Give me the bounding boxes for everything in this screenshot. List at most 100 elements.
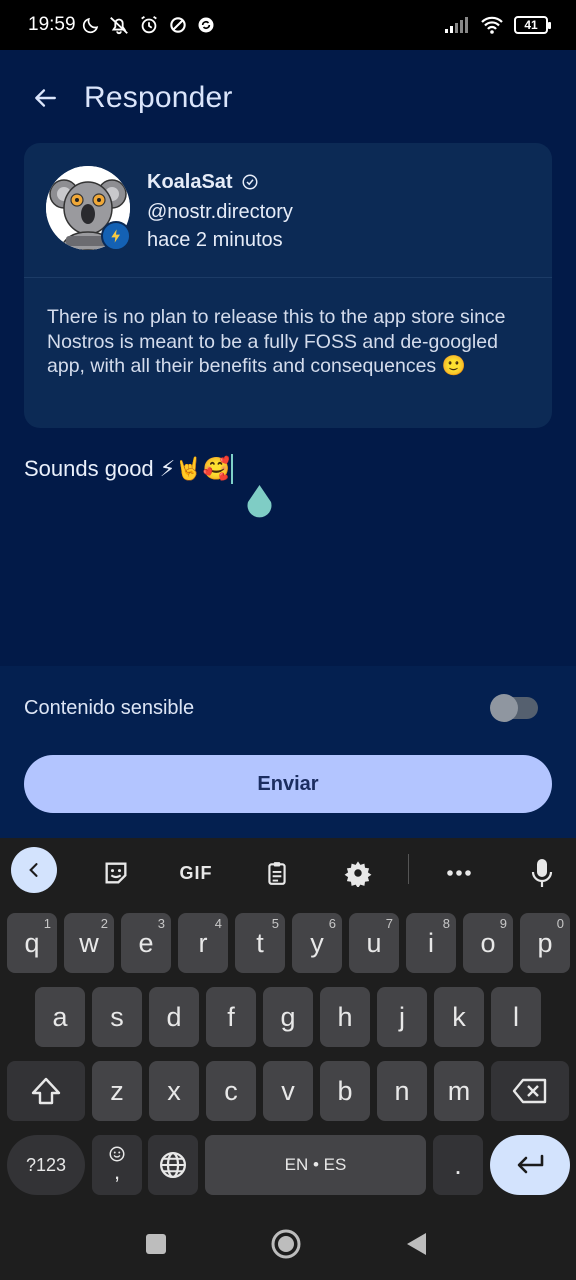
key-g[interactable]: g [263,987,313,1047]
backspace-key[interactable] [491,1061,569,1121]
enter-key[interactable] [490,1135,570,1195]
key-s[interactable]: s [92,987,142,1047]
quoted-note-card[interactable]: KoalaSat @nostr.directory hace 2 minutos… [24,143,552,428]
key-label: d [166,1001,182,1032]
key-hint: 8 [442,916,450,931]
gif-button[interactable]: GIF [173,850,219,896]
key-label: p [537,927,553,958]
key-c[interactable]: c [206,1061,256,1121]
key-j[interactable]: j [377,987,427,1047]
status-bar: 19:59 41 [0,0,576,50]
key-z[interactable]: z [92,1061,142,1121]
key-hint: 0 [556,916,564,931]
key-n[interactable]: n [377,1061,427,1121]
key-label: b [337,1075,353,1106]
key-w[interactable]: w2 [64,913,114,973]
key-t[interactable]: t5 [235,913,285,973]
author-name[interactable]: KoalaSat [147,171,233,194]
key-hint: 9 [499,916,507,931]
period-key-label: . [454,1149,462,1180]
emoji-key[interactable]: , [92,1135,142,1195]
key-label: s [110,1001,124,1032]
signal-icon [445,17,468,33]
key-q[interactable]: q1 [7,913,57,973]
key-f[interactable]: f [206,987,256,1047]
key-label: h [337,1001,353,1032]
key-hint: 6 [328,916,336,931]
key-label: i [428,927,434,958]
reply-input[interactable]: Sounds good ⚡🤘🥰 [24,452,234,486]
back-button[interactable] [30,83,60,113]
send-button-label: Enviar [257,772,319,795]
notifications-off-icon [109,17,128,35]
key-p[interactable]: p0 [520,913,570,973]
clipboard-button[interactable] [254,850,300,896]
sticker-button[interactable] [93,850,139,896]
settings-button[interactable] [335,850,381,896]
author-handle: @nostr.directory [147,201,293,223]
cursor-handle[interactable] [245,485,274,518]
bottom-panel: Contenido sensible Enviar [0,666,576,838]
key-l[interactable]: l [491,987,541,1047]
key-k[interactable]: k [434,987,484,1047]
key-u[interactable]: u7 [349,913,399,973]
page-title: Responder [84,80,233,114]
reply-input-text: Sounds good ⚡🤘🥰 [24,456,231,481]
key-o[interactable]: o9 [463,913,513,973]
key-a[interactable]: a [35,987,85,1047]
key-e[interactable]: e3 [121,913,171,973]
send-button[interactable]: Enviar [24,755,552,813]
key-h[interactable]: h [320,987,370,1047]
blocked-icon [169,17,186,33]
toggle-knob [490,694,518,722]
key-i[interactable]: i8 [406,913,456,973]
collapse-toolbar-button[interactable] [11,847,57,893]
globe-icon [160,1152,186,1178]
header: Responder [0,50,576,145]
symbols-key-label: ?123 [25,1154,67,1175]
comma-label: , [113,1159,121,1184]
shift-key[interactable] [7,1061,85,1121]
language-key[interactable] [148,1135,198,1195]
sticker-icon [105,862,127,884]
key-x[interactable]: x [149,1061,199,1121]
voice-input-button[interactable] [519,850,565,896]
key-hint: 1 [43,916,51,931]
gif-label: GIF [179,862,213,883]
space-key[interactable]: EN • ES [205,1135,426,1195]
key-y[interactable]: y6 [292,913,342,973]
key-m[interactable]: m [434,1061,484,1121]
backspace-icon [512,1078,547,1104]
home-button[interactable] [270,1228,302,1260]
sensitive-content-label: Contenido sensible [24,696,195,719]
recents-button[interactable] [140,1228,172,1260]
shift-icon [31,1077,61,1105]
symbols-key[interactable]: ?123 [7,1135,85,1195]
key-d[interactable]: d [149,987,199,1047]
key-label: l [513,1001,519,1032]
key-label: m [447,1075,471,1106]
key-label: k [452,1001,466,1032]
moon-icon [82,17,98,34]
period-key[interactable]: . [433,1135,483,1195]
zap-badge [101,221,131,251]
gear-icon [344,861,372,887]
keyboard-toolbar: GIF [0,838,576,906]
battery-level: 41 [524,18,538,32]
key-b[interactable]: b [320,1061,370,1121]
alarm-icon [140,15,157,34]
more-options-button[interactable] [436,850,482,896]
key-label: x [167,1075,181,1106]
key-hint: 5 [271,916,279,931]
key-r[interactable]: r4 [178,913,228,973]
quoted-note-text: There is no plan to release this to the … [47,306,506,377]
key-label: j [399,1001,405,1032]
key-label: f [227,1001,235,1032]
back-nav-button[interactable] [400,1228,432,1260]
key-label: z [110,1075,124,1106]
key-v[interactable]: v [263,1061,313,1121]
key-label: c [224,1075,238,1106]
circle-home-icon [271,1229,301,1259]
sensitive-content-toggle[interactable] [490,694,538,722]
more-horizontal-icon [447,870,471,876]
